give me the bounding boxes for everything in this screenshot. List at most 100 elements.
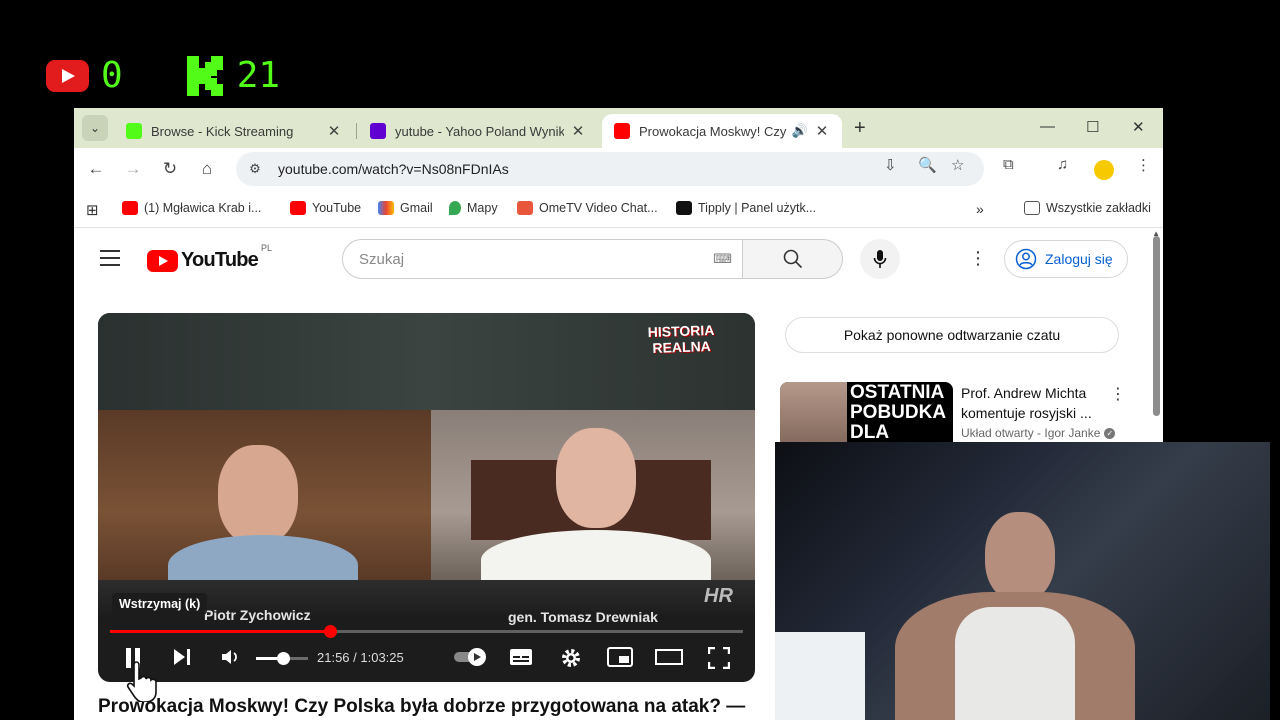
mute-button[interactable] <box>220 647 240 672</box>
webcam-overlay <box>775 442 1270 720</box>
recommended-menu-icon[interactable]: ⋮ <box>1110 384 1126 404</box>
site-info-icon[interactable]: ⚙ <box>244 161 266 177</box>
next-button[interactable] <box>172 647 192 672</box>
seek-handle[interactable] <box>324 625 338 638</box>
folder-icon <box>1024 201 1040 215</box>
apps-grid-icon[interactable]: ⊞ <box>86 201 99 219</box>
reload-icon[interactable]: ↻ <box>159 159 181 179</box>
recommended-title[interactable]: Prof. Andrew Michta komentuje rosyjski .… <box>961 383 1106 423</box>
autoplay-toggle[interactable] <box>453 647 489 672</box>
speaker-shirt <box>168 535 358 580</box>
minimize-icon[interactable]: — <box>1040 118 1055 135</box>
bookmark-item[interactable]: OmeTV Video Chat... <box>517 201 658 215</box>
hr-watermark-icon: HR <box>704 585 733 607</box>
settings-button[interactable] <box>560 647 582 674</box>
page-scrollbar[interactable] <box>1153 236 1160 416</box>
microphone-icon <box>873 250 887 268</box>
settings-menu-icon[interactable]: ⋮ <box>969 248 987 269</box>
bookmarks-bar: ⊞ (1) Mgławica Krab i... YouTube Gmail M… <box>74 192 1163 228</box>
close-icon[interactable]: ✕ <box>570 122 586 140</box>
search-box[interactable]: Szukaj ⌨ <box>342 239 743 279</box>
show-chat-replay-button[interactable]: Pokaż ponowne odtwarzanie czatu <box>785 317 1119 353</box>
video-player[interactable]: HISTORIA REALNA Piotr Zychowicz gen. Tom… <box>98 313 755 682</box>
tab-yahoo[interactable]: yutube - Yahoo Poland Wyniki w ✕ <box>358 114 598 148</box>
extensions-icon[interactable]: ⧉ <box>1003 156 1014 173</box>
new-tab-button[interactable]: + <box>854 117 866 140</box>
kick-icon <box>126 123 142 139</box>
bookmark-label: Tipply | Panel użytk... <box>698 201 817 215</box>
youtube-wordmark: YouTube <box>181 249 259 271</box>
youtube-icon <box>147 249 178 272</box>
watermark-line-2: REALNA <box>652 337 712 357</box>
sign-in-label: Zaloguj się <box>1045 251 1113 267</box>
tab-search-button[interactable]: ⌄ <box>82 115 108 141</box>
theater-mode-button[interactable] <box>655 647 683 672</box>
video-speaker-right <box>431 410 755 580</box>
bookmark-item[interactable]: Mapy <box>449 201 498 215</box>
install-app-icon[interactable]: ⇩ <box>884 156 897 174</box>
tab-title: Browse - Kick Streaming <box>151 123 294 139</box>
tab-youtube-active[interactable]: Prowokacja Moskwy! Czy Po 🔊 ✕ <box>602 114 842 148</box>
all-bookmarks-folder[interactable]: Wszystkie zakładki <box>1024 201 1151 215</box>
zoom-icon[interactable]: 🔍 <box>918 156 937 174</box>
hand-cursor-icon <box>126 660 160 707</box>
search-button[interactable] <box>743 239 843 279</box>
seek-progress <box>110 630 331 633</box>
speaker-icon[interactable]: 🔊 <box>792 123 808 139</box>
window-close-icon[interactable]: ✕ <box>1132 118 1145 136</box>
home-icon[interactable]: ⌂ <box>196 159 218 179</box>
sign-in-button[interactable]: Zaloguj się <box>1004 240 1128 278</box>
url-text[interactable]: youtube.com/watch?v=Ns08nFDnIAs <box>278 161 509 177</box>
profile-avatar[interactable] <box>1094 160 1114 180</box>
keyboard-icon[interactable]: ⌨ <box>713 251 732 267</box>
autoplay-icon <box>454 648 486 666</box>
bookmark-label: OmeTV Video Chat... <box>539 201 658 215</box>
player-controls: 21:56 / 1:03:25 <box>98 641 755 677</box>
bookmark-item[interactable]: Tipply | Panel użytk... <box>676 201 816 215</box>
theater-icon <box>655 649 683 665</box>
media-controls-icon[interactable]: ♫ <box>1057 156 1068 173</box>
search-input[interactable]: Szukaj <box>359 251 713 268</box>
screen: 0 21 ⌄ Browse - Kick Streaming ✕ yutube … <box>0 0 1280 720</box>
gear-icon <box>562 649 580 667</box>
fullscreen-icon <box>707 646 731 670</box>
tipply-icon <box>676 201 692 215</box>
next-icon <box>174 649 190 665</box>
tab-strip: ⌄ Browse - Kick Streaming ✕ yutube - Yah… <box>74 108 1163 148</box>
more-bookmarks-icon[interactable]: » <box>976 201 984 217</box>
bookmark-item[interactable]: Gmail <box>378 201 433 215</box>
forward-icon[interactable]: → <box>122 159 144 179</box>
subtitles-button[interactable] <box>509 647 533 672</box>
bookmark-item[interactable]: YouTube <box>290 201 361 215</box>
fullscreen-button[interactable] <box>707 646 731 674</box>
maps-icon <box>449 201 461 215</box>
close-icon[interactable]: ✕ <box>814 122 830 140</box>
bookmark-item[interactable]: (1) Mgławica Krab i... <box>122 201 261 215</box>
volume-handle[interactable] <box>277 652 291 665</box>
voice-search-button[interactable] <box>860 239 900 279</box>
hamburger-menu-icon[interactable] <box>100 250 120 271</box>
search-icon <box>783 249 802 269</box>
back-icon[interactable]: ← <box>85 159 107 179</box>
maximize-icon[interactable]: ☐ <box>1086 118 1099 136</box>
miniplayer-button[interactable] <box>607 647 633 672</box>
bookmark-label: YouTube <box>312 201 362 215</box>
recommended-channel[interactable]: Układ otwarty - Igor Janke ✓ <box>961 426 1116 440</box>
tab-title: Prowokacja Moskwy! Czy Po <box>639 123 788 139</box>
miniplayer-icon <box>607 647 633 667</box>
chevron-down-icon: ⌄ <box>89 121 101 135</box>
account-icon <box>1015 248 1037 270</box>
stream-viewer-overlay: 0 21 <box>46 54 280 98</box>
address-bar[interactable]: ⚙ youtube.com/watch?v=Ns08nFDnIAs <box>236 152 984 186</box>
close-icon[interactable]: ✕ <box>326 122 342 140</box>
youtube-icon <box>290 201 306 215</box>
seek-bar[interactable] <box>110 625 743 638</box>
volume-slider[interactable] <box>256 652 308 665</box>
video-banner: HISTORIA REALNA <box>98 313 755 410</box>
bookmark-label: (1) Mgławica Krab i... <box>144 201 262 215</box>
bookmark-star-icon[interactable]: ☆ <box>951 156 964 174</box>
tab-kick[interactable]: Browse - Kick Streaming ✕ <box>114 114 354 148</box>
youtube-home-logo[interactable]: YouTube PL <box>147 243 272 272</box>
webcam-person-face <box>985 512 1055 602</box>
browser-menu-icon[interactable]: ⋮ <box>1136 156 1151 174</box>
